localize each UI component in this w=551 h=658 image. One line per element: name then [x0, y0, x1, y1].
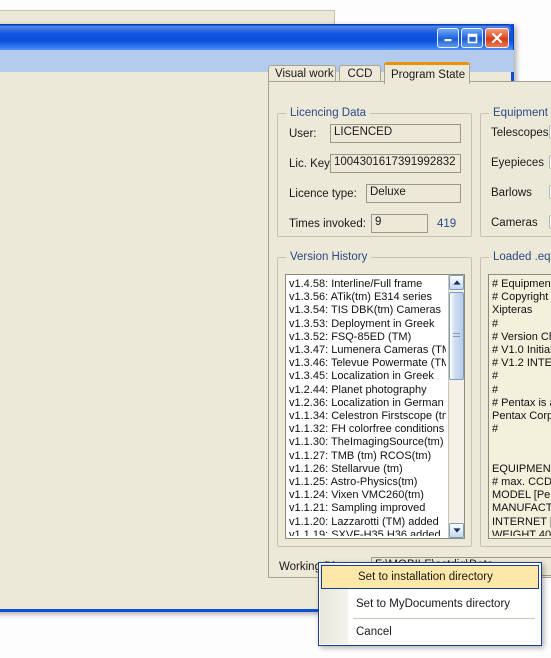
list-item: v1.1.24: Vixen VMC260(tm) [289, 489, 424, 502]
list-item: Pentax Corp. [492, 410, 551, 423]
equ-files-lines: # Equipment file for AstroDigital.Net # … [492, 278, 551, 536]
list-item: # Pentax is a registered trademark of [492, 396, 551, 409]
times-invoked-label: Times invoked: [289, 218, 366, 230]
list-item: EQUIPMENT TELESCOPE [492, 462, 551, 475]
list-item: v1.1.34: Celestron Firstscope (tm) [289, 410, 446, 423]
list-item: # V1.0 Initial version [492, 344, 551, 357]
list-item: # V1.2 INTERNET added [492, 357, 551, 370]
times-invoked-total: 419 [437, 218, 457, 230]
group-version-history-title: Version History [286, 251, 372, 263]
list-item: MANUFACTURER Pentax [492, 502, 551, 515]
group-loaded-equ-files-title: Loaded .equ files [489, 251, 551, 263]
list-item: v1.3.47: Lumenera Cameras (TM) [289, 344, 446, 357]
list-item: # [492, 317, 499, 330]
equipment-label-barlows: Barlows [491, 187, 532, 199]
context-menu: Set to installation directory Set to MyD… [318, 562, 542, 646]
list-item [492, 450, 551, 463]
list-item: v1.1.19: SXVF-H35 H36 added [289, 528, 441, 536]
maximize-button[interactable] [461, 28, 483, 48]
equipment-label-cameras: Cameras [491, 217, 538, 229]
screen: 210 0 0 28,8 0 6 6 0 2,5 [0, 0, 551, 658]
titlebar-glare [0, 26, 511, 34]
list-item: # Copyright (c) 2006 by Panagiotis [492, 291, 551, 304]
list-item: v1.1.25: Astro-Physics(tm) [289, 476, 418, 489]
list-item: v1.3.52: FSQ-85ED (TM) [289, 330, 412, 343]
list-item: v1.3.56: ATik(tm) E314 series [289, 291, 433, 304]
tabstrip: Visual work CCD Program State [268, 62, 551, 84]
scroll-down-icon[interactable] [449, 523, 464, 538]
list-item: v1.3.53: Deployment in Greek [289, 317, 435, 330]
lic-key-label: Lic. Key: [289, 158, 334, 170]
window-titlebar[interactable] [0, 24, 514, 50]
user-label: User: [289, 128, 317, 140]
list-item: v1.4.58: Interline/Full frame [289, 278, 423, 290]
times-invoked-value-field[interactable]: 9 [371, 214, 428, 233]
list-item: v1.1.32: FH colorfree conditions [289, 423, 445, 436]
list-item: # Version Change [492, 330, 551, 343]
list-item: WEIGHT 4000 [492, 528, 551, 536]
version-history-lines: v1.4.58: Interline/Full frame v1.3.56: A… [289, 278, 446, 536]
group-equipment-loaded-title: Equipment loaded [489, 107, 551, 119]
licence-type-label: Licence type: [289, 188, 357, 200]
list-item: MODEL [Pentax 105SD (f/9.5)] [492, 489, 551, 502]
list-item: v1.1.30: TheImagingSource(tm) [289, 436, 444, 449]
list-item: v1.3.46: Televue Powermate (TM) [289, 357, 446, 370]
scroll-up-icon[interactable] [449, 275, 464, 290]
list-item: # [492, 383, 499, 396]
lic-key-value-field[interactable]: 1004301617391992832 [330, 154, 461, 173]
list-item: v1.1.26: Stellarvue (tm) [289, 462, 403, 475]
scrollbar-thumb[interactable] [449, 292, 464, 380]
list-item: # [492, 370, 499, 383]
menu-item-cancel[interactable]: Cancel [320, 619, 540, 645]
user-value-field[interactable]: LICENCED [330, 124, 461, 143]
list-item: # max. CCD dimensions 6x4,5cm [492, 476, 551, 489]
list-item: # Equipment file for AstroDigital.Net [492, 278, 551, 290]
list-item: INTERNET [http://www.pentax.com] [492, 515, 551, 528]
list-item [492, 436, 551, 449]
licence-type-value-field[interactable]: Deluxe [366, 184, 461, 203]
list-item: v1.2.36: Localization in German [289, 396, 444, 409]
version-history-listbox[interactable]: v1.4.58: Interline/Full frame v1.3.56: A… [285, 274, 465, 539]
version-history-scrollbar[interactable] [448, 275, 464, 538]
menu-item-set-to-installation-directory[interactable]: Set to installation directory [321, 565, 539, 589]
list-item: v1.3.45: Localization in Greek [289, 370, 434, 383]
list-item: # [492, 423, 499, 436]
equipment-label-telescopes: Telescopes [491, 127, 549, 139]
tab-program-state[interactable]: Program State [384, 62, 470, 84]
equ-files-listbox[interactable]: # Equipment file for AstroDigital.Net # … [488, 274, 551, 539]
list-item: v1.3.54: TIS DBK(tm) Cameras [289, 304, 442, 317]
list-item: Xipteras [492, 304, 533, 317]
list-item: v1.1.27: TMB (tm) RCOS(tm) [289, 449, 432, 462]
minimize-button[interactable] [437, 28, 459, 48]
window-controls [437, 28, 509, 48]
scrollbar-grip [453, 333, 460, 339]
equipment-label-eyepieces: Eyepieces [491, 157, 545, 169]
tab-page-program-state: Licencing Data User: LICENCED Lic. Key: … [268, 81, 551, 578]
list-item: v1.1.20: Lazzarotti (TM) added [289, 515, 439, 528]
close-button[interactable] [485, 28, 509, 48]
menu-item-set-to-mydocuments-directory[interactable]: Set to MyDocuments directory [320, 591, 540, 617]
group-licencing-data-title: Licencing Data [286, 107, 371, 119]
list-item: v1.1.21: Sampling improved [289, 502, 426, 515]
list-item: v1.2.44: Planet photography [289, 383, 427, 396]
